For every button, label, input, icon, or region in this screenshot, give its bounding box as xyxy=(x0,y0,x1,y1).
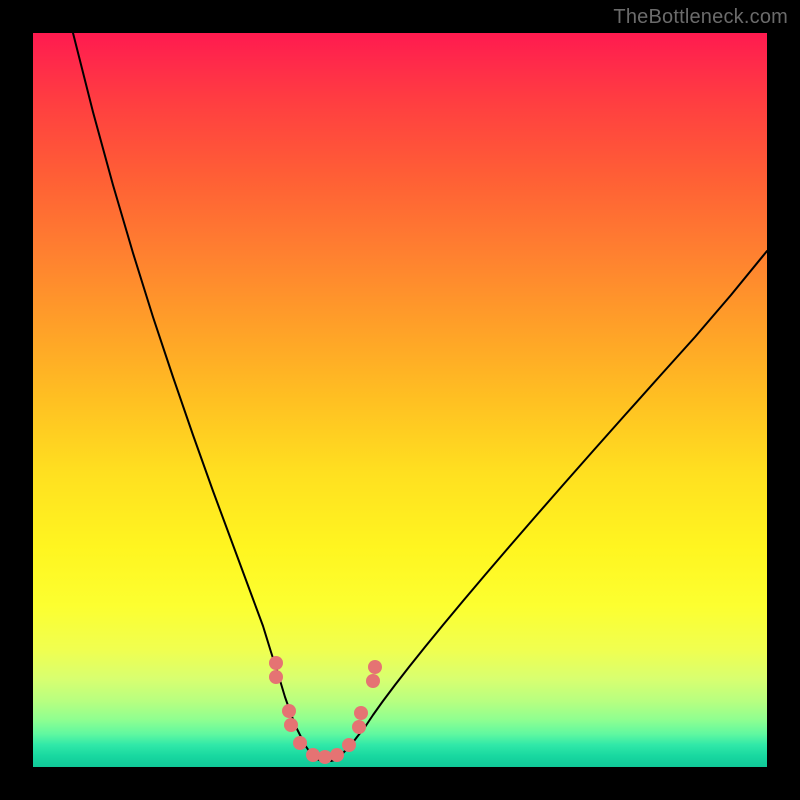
data-point-marker xyxy=(354,706,368,720)
data-point-marker xyxy=(352,720,366,734)
data-point-marker xyxy=(269,670,283,684)
data-point-marker xyxy=(282,704,296,718)
data-point-marker xyxy=(366,674,380,688)
data-point-marker xyxy=(284,718,298,732)
series-left-curve xyxy=(73,33,312,755)
data-point-marker xyxy=(342,738,356,752)
frame: TheBottleneck.com xyxy=(0,0,800,800)
plot-area xyxy=(33,33,767,767)
series-right-curve xyxy=(341,251,767,755)
data-point-marker xyxy=(368,660,382,674)
data-point-marker xyxy=(293,736,307,750)
chart-svg xyxy=(33,33,767,767)
curve-markers xyxy=(269,656,382,764)
curve-lines xyxy=(73,33,767,761)
data-point-marker xyxy=(306,748,320,762)
watermark-text: TheBottleneck.com xyxy=(613,6,788,29)
data-point-marker xyxy=(330,748,344,762)
data-point-marker xyxy=(269,656,283,670)
data-point-marker xyxy=(318,750,332,764)
